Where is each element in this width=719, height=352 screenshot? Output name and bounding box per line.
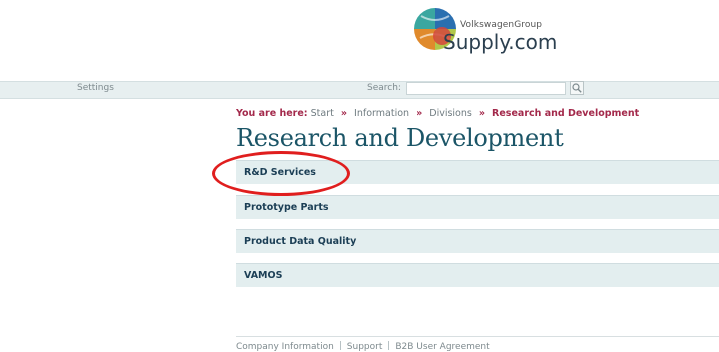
search-label: Search: [367, 83, 401, 93]
search-button[interactable] [570, 81, 584, 95]
breadcrumb-separator: » [340, 108, 348, 119]
breadcrumb-current: Research and Development [492, 108, 640, 119]
footer: Company Information Support B2B User Agree… [236, 341, 490, 352]
search-icon [572, 83, 582, 93]
breadcrumb: You are here: Start » Information » Divi… [236, 108, 639, 119]
breadcrumb-label: You are here: [236, 108, 308, 119]
menu-item-product-data-quality[interactable]: Product Data Quality [236, 229, 719, 253]
page-title: Research and Development [236, 124, 564, 152]
search-input[interactable] [406, 82, 566, 95]
breadcrumb-start[interactable]: Start [311, 108, 334, 119]
menu-item-label: Product Data Quality [244, 236, 357, 247]
menu-item-label: Prototype Parts [244, 202, 329, 213]
logo-brand-text: Supply.com [443, 30, 558, 54]
top-bar: Settings Search: [0, 81, 719, 99]
vw-group-supply-logo[interactable]: VolkswagenGroup Supply.com [412, 6, 572, 58]
highlight-ellipse [212, 151, 350, 196]
breadcrumb-divisions[interactable]: Divisions [429, 108, 472, 119]
footer-separator [339, 341, 341, 350]
breadcrumb-information[interactable]: Information [354, 108, 409, 119]
footer-separator [388, 341, 390, 350]
logo-group-text: VolkswagenGroup [460, 20, 543, 30]
breadcrumb-separator: » [416, 108, 423, 119]
breadcrumb-separator: » [478, 108, 486, 119]
menu-item-label: VAMOS [244, 270, 283, 281]
footer-divider [236, 336, 719, 337]
menu-item-vamos[interactable]: VAMOS [236, 263, 719, 287]
menu-item-prototype-parts[interactable]: Prototype Parts [236, 195, 719, 219]
settings-link[interactable]: Settings [77, 83, 114, 93]
